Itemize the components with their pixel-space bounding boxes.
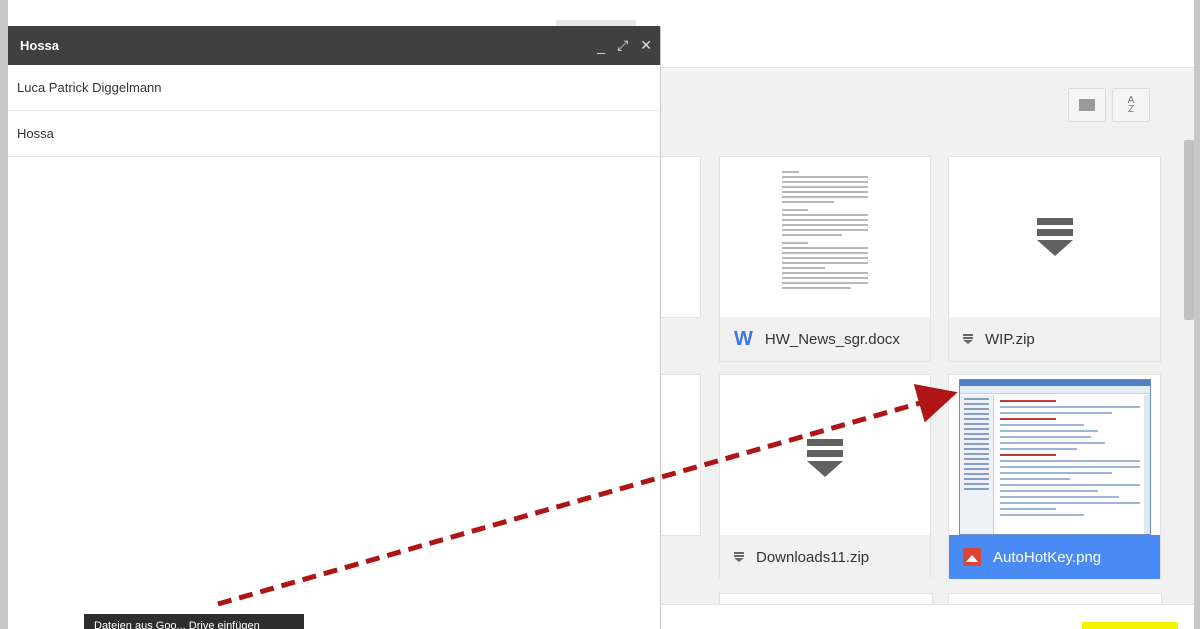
yellow-highlight <box>1082 622 1178 629</box>
zip-large-icon <box>807 439 843 478</box>
screenshot-preview <box>959 379 1151 535</box>
close-icon[interactable]: ✕ <box>640 37 652 54</box>
scrollbar-thumb[interactable] <box>1184 140 1194 320</box>
subject-text: Hossa <box>17 126 54 141</box>
zip-large-icon <box>1036 218 1073 256</box>
file-thumbnail <box>720 375 930 535</box>
grid-view-icon <box>1079 99 1095 111</box>
file-thumbnail <box>949 375 1160 535</box>
compose-header[interactable]: Hossa _ ⤢ ✕ <box>8 26 660 65</box>
word-doc-icon: W <box>734 327 753 350</box>
file-caption: WIP.zip <box>949 317 1160 361</box>
file-tile-docx[interactable]: W HW_News_sgr.docx <box>720 157 930 361</box>
sort-label-bottom: Z <box>1127 104 1135 115</box>
file-name: WIP.zip <box>985 330 1035 348</box>
file-name: HW_News_sgr.docx <box>764 330 900 348</box>
tooltip-text: Dateien aus Goo... Drive einfügen <box>94 620 260 629</box>
file-thumbnail <box>949 157 1160 317</box>
subject-field[interactable]: Hossa <box>8 111 660 157</box>
recipients-field[interactable]: Luca Patrick Diggelmann <box>8 65 660 111</box>
file-name: Downloads11.zip <box>756 548 870 566</box>
image-icon <box>963 548 981 566</box>
file-tile-peek[interactable] <box>720 594 932 604</box>
tooltip: Dateien aus Goo... Drive einfügen <box>84 614 304 629</box>
compose-window: Hossa _ ⤢ ✕ Luca Patrick Diggelmann Hoss… <box>8 26 660 629</box>
window-frame-right <box>1194 0 1200 629</box>
file-tile-image-selected[interactable]: AutoHotKey.png <box>949 375 1160 579</box>
compose-title: Hossa <box>20 38 60 53</box>
file-tile-zip[interactable]: WIP.zip <box>949 157 1160 361</box>
zip-icon <box>963 334 973 344</box>
expand-icon[interactable]: ⤢ <box>617 37 628 54</box>
compose-controls: _ ⤢ ✕ <box>597 26 652 65</box>
file-caption: W HW_News_sgr.docx <box>720 317 930 361</box>
sort-button[interactable]: A Z <box>1112 88 1150 122</box>
file-tile-zip[interactable]: Downloads11.zip <box>720 375 930 579</box>
message-body[interactable] <box>8 157 660 629</box>
file-tile-peek[interactable] <box>949 594 1161 604</box>
document-preview <box>782 171 868 292</box>
zip-icon <box>734 552 744 562</box>
file-caption: Downloads11.zip <box>720 535 930 579</box>
recipient-chip: Luca Patrick Diggelmann <box>17 80 162 95</box>
file-thumbnail <box>720 157 930 317</box>
window-frame-left <box>0 0 8 629</box>
minimize-icon[interactable]: _ <box>597 38 605 54</box>
grid-view-button[interactable] <box>1068 88 1106 122</box>
file-name: AutoHotKey.png <box>993 548 1102 566</box>
file-caption: AutoHotKey.png <box>949 535 1160 579</box>
